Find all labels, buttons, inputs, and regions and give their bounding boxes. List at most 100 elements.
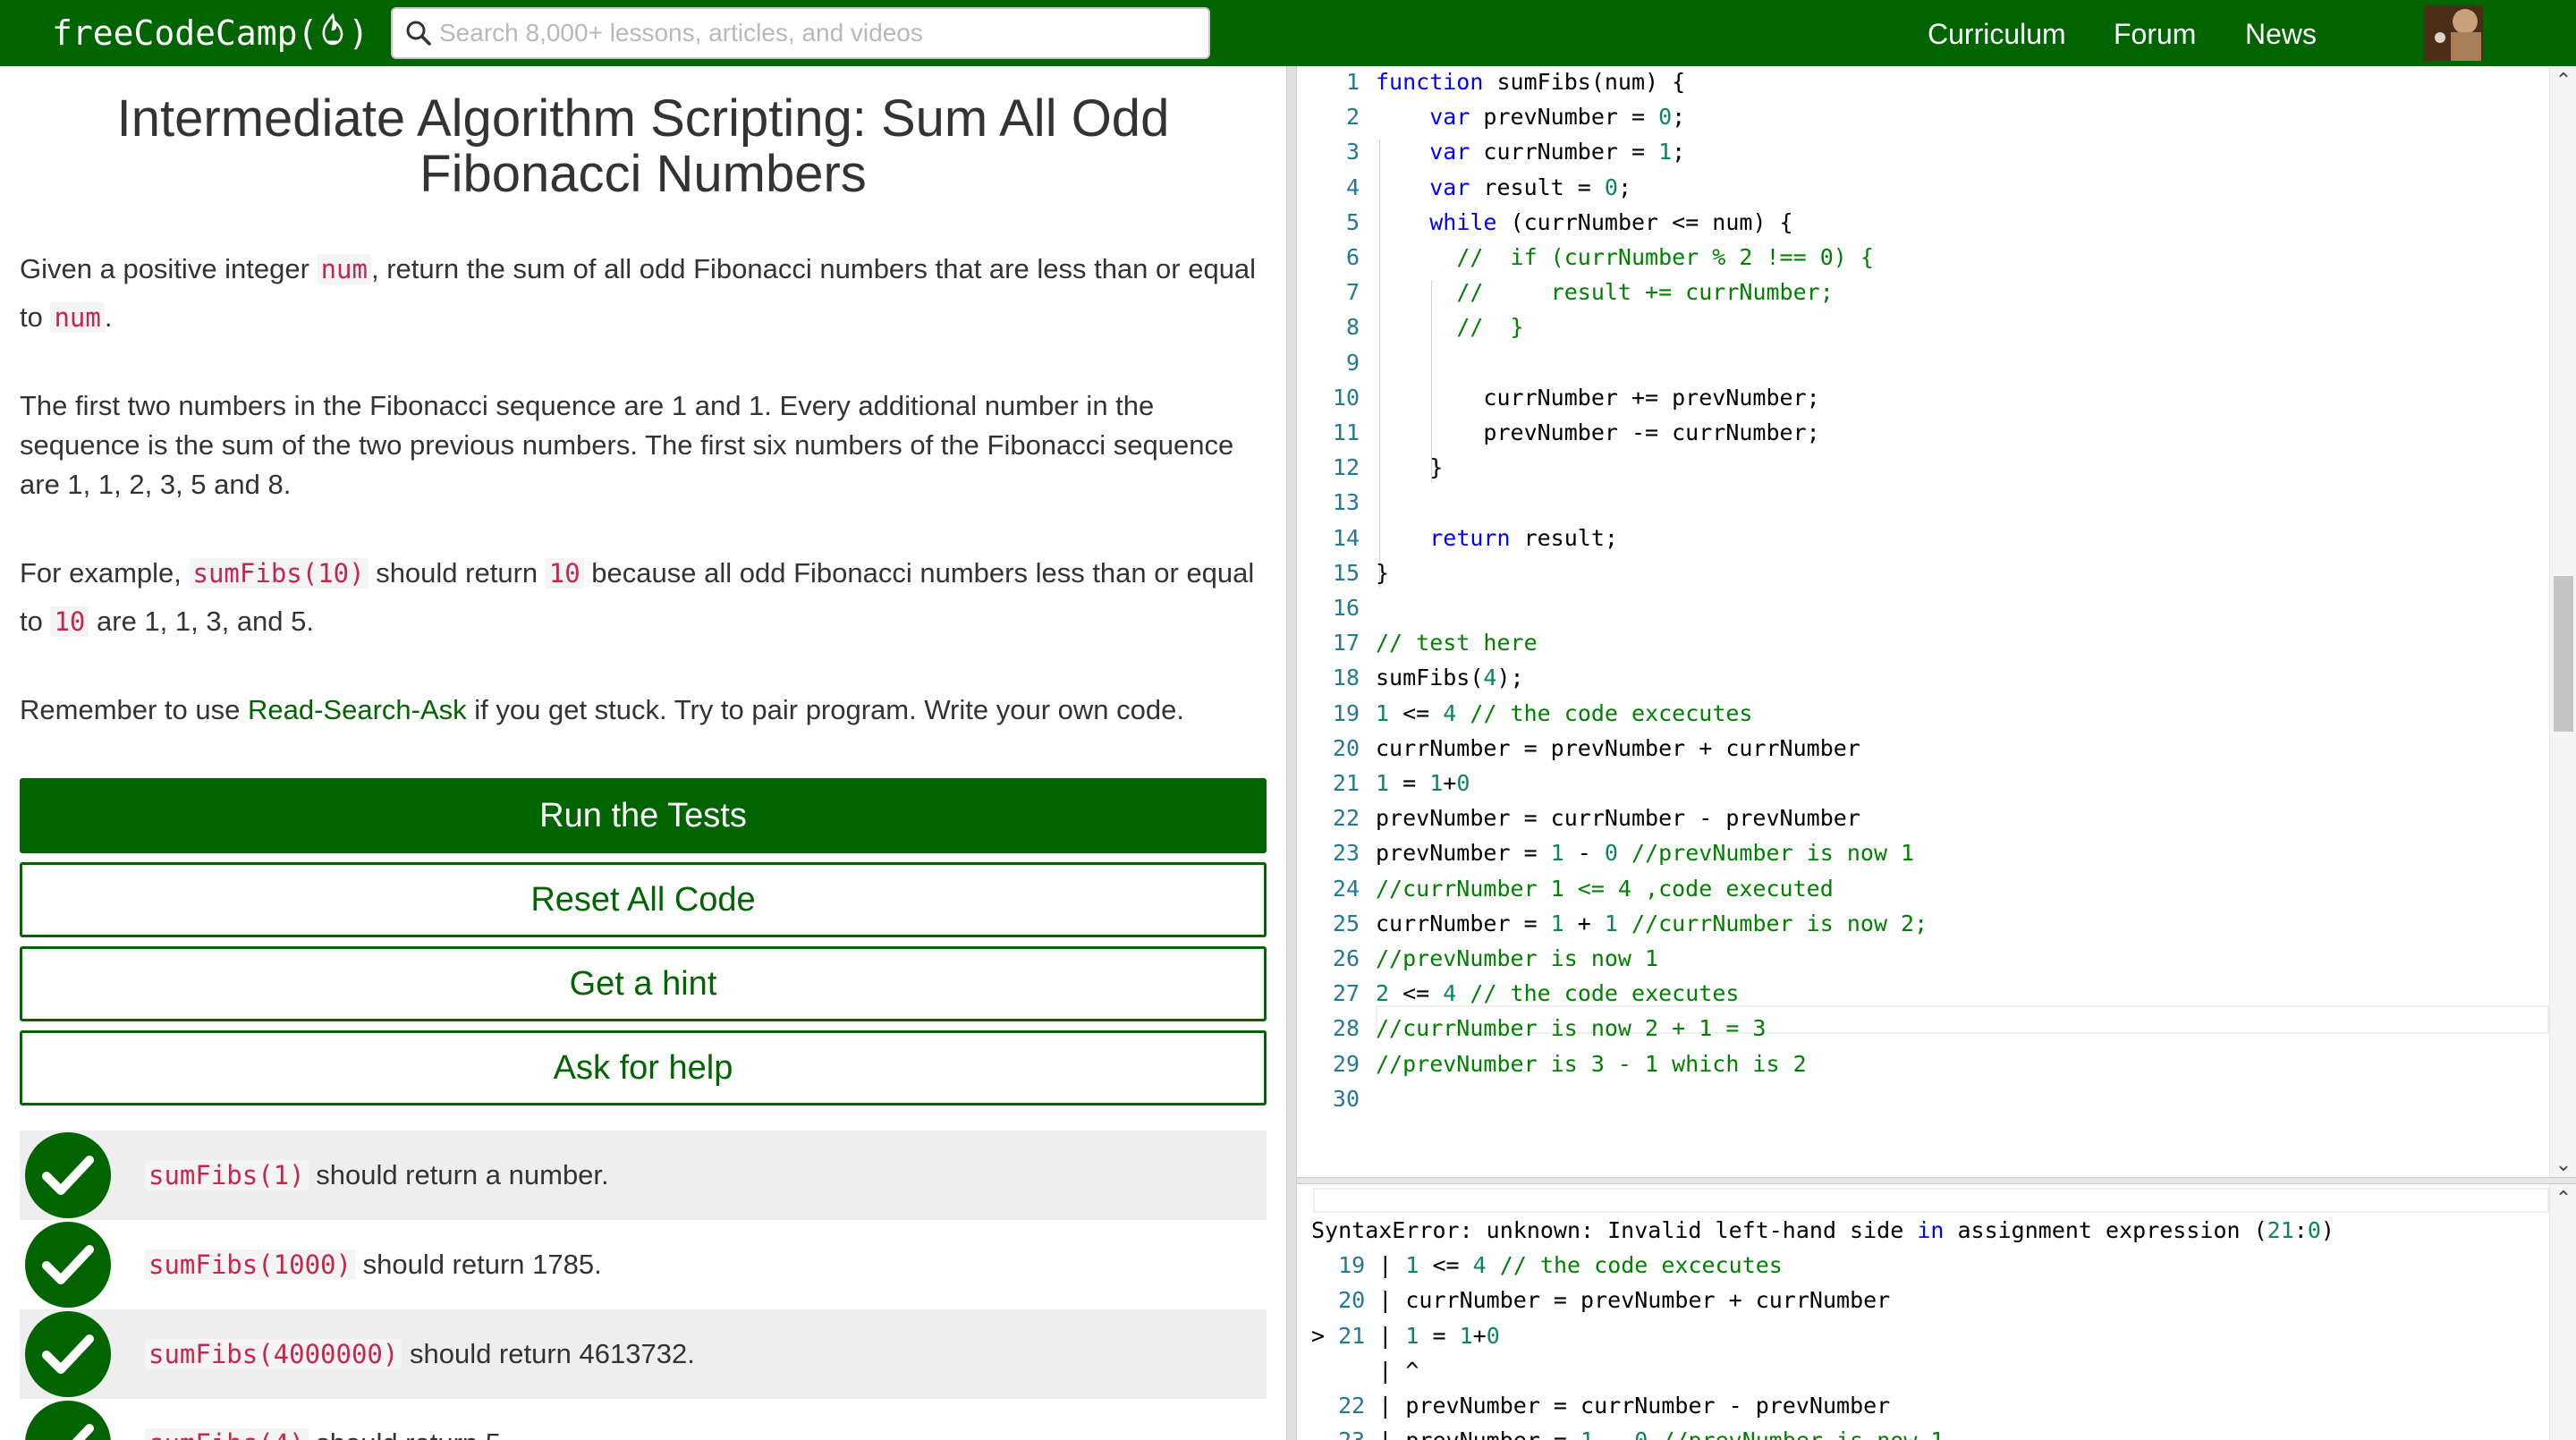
scroll-up-icon[interactable]: ⌃ <box>2550 1188 2576 1209</box>
test-text: sumFibs(4) should return 5. <box>145 1427 509 1440</box>
editor-scrollbar[interactable]: ⌃ ⌄ <box>2549 66 2576 1177</box>
line-number: 7 <box>1345 279 1360 306</box>
output-line: > 21 | 1 = 1+0 <box>1311 1322 1500 1349</box>
inline-code: sumFibs(1) <box>145 1160 309 1190</box>
code-editor[interactable]: 1 function sumFibs(num) {2 var prevNumber… <box>1297 66 2549 1177</box>
line-number: 8 <box>1345 314 1360 341</box>
code-line: //currNumber 1 <= 4 ,code executed <box>1376 875 1834 902</box>
code-line: currNumber = 1 + 1 //currNumber is now 2… <box>1376 910 1928 936</box>
logo-suffix: ) <box>348 13 369 53</box>
code-line: // } <box>1456 314 1524 341</box>
text: should return a number. <box>308 1159 609 1190</box>
line-number: 15 <box>1332 559 1360 586</box>
reset-code-button[interactable]: Reset All Code <box>20 862 1267 937</box>
scrollbar-thumb[interactable] <box>2554 576 2573 732</box>
code-line: prevNumber -= currNumber; <box>1376 419 1820 445</box>
description-p4: Remember to use Read-Search-Ask if you g… <box>20 690 1272 730</box>
scroll-up-icon[interactable]: ⌃ <box>2550 70 2576 91</box>
text: Remember to use <box>20 694 248 725</box>
search-icon <box>406 21 431 46</box>
line-number: 27 <box>1332 980 1360 1007</box>
code-line: var prevNumber = 0; <box>1429 104 1686 131</box>
output-line: 20 | currNumber = prevNumber + currNumbe… <box>1338 1287 1891 1314</box>
line-number: 30 <box>1332 1085 1360 1112</box>
code-line: 2 <= 4 // the code executes <box>1376 980 1740 1007</box>
avatar[interactable] <box>2424 5 2483 61</box>
output-line: | ^ <box>1311 1357 1419 1384</box>
line-number: 4 <box>1345 174 1360 200</box>
inline-code: sumFibs(4) <box>145 1428 309 1440</box>
get-hint-button[interactable]: Get a hint <box>20 946 1267 1021</box>
inline-code: sumFibs(4000000) <box>145 1339 402 1369</box>
line-number: 3 <box>1345 139 1360 165</box>
description-p1: Given a positive integer num, return the… <box>20 245 1272 342</box>
test-text: sumFibs(1) should return a number. <box>145 1159 609 1191</box>
line-number: 12 <box>1332 454 1360 481</box>
code-line: //prevNumber is now 1 <box>1376 945 1659 971</box>
code-line: sumFibs(4); <box>1376 665 1524 691</box>
code-line: // test here <box>1376 630 1538 656</box>
output-line: SyntaxError: unknown: Invalid left-hand … <box>1311 1217 2334 1243</box>
text: should return <box>368 557 546 589</box>
line-number: 28 <box>1332 1015 1360 1042</box>
line-number: 11 <box>1332 419 1360 445</box>
description-p3: For example, sumFibs(10) should return 1… <box>20 549 1272 646</box>
line-number: 29 <box>1332 1050 1360 1077</box>
pane-divider[interactable] <box>1286 66 1297 1440</box>
flame-icon <box>319 12 346 55</box>
line-number: 19 <box>1332 699 1360 726</box>
code-line: function sumFibs(num) { <box>1376 69 1686 95</box>
test-item: sumFibs(4000000) should return 4613732. <box>20 1309 1267 1399</box>
code-line: prevNumber = 1 - 0 //prevNumber is now 1 <box>1376 840 1915 867</box>
output-line: 23 | prevNumber = 1 - 0 //prevNumber is … <box>1311 1425 1944 1440</box>
ask-help-button[interactable]: Ask for help <box>20 1030 1267 1105</box>
line-number: 26 <box>1332 945 1360 971</box>
output-line: 22 | prevNumber = currNumber - prevNumbe… <box>1338 1393 1891 1419</box>
inline-code: num <box>50 302 105 333</box>
inline-code: sumFibs(1000) <box>145 1249 355 1280</box>
line-number: 16 <box>1332 595 1360 621</box>
nav-forum[interactable]: Forum <box>2114 13 2196 55</box>
check-icon <box>25 1401 111 1440</box>
code-line: } <box>1376 559 1390 586</box>
check-icon <box>25 1311 111 1397</box>
line-number: 24 <box>1332 875 1360 902</box>
run-tests-button[interactable]: Run the Tests <box>20 778 1267 853</box>
line-number: 9 <box>1345 349 1360 376</box>
test-text: sumFibs(4000000) should return 4613732. <box>145 1338 695 1370</box>
test-item: sumFibs(4) should return 5. <box>20 1399 1267 1440</box>
code-line: var result = 0; <box>1429 174 1632 200</box>
inline-code: 10 <box>50 606 89 637</box>
page-title: Intermediate Algorithm Scripting: Sum Al… <box>116 89 1170 203</box>
read-search-ask-link[interactable]: Read-Search-Ask <box>248 694 467 725</box>
line-number: 23 <box>1332 840 1360 867</box>
code-line: return result; <box>1429 524 1618 551</box>
code-line: //currNumber is now 2 + 1 = 3 <box>1376 1015 1767 1042</box>
scroll-down-icon[interactable]: ⌄ <box>2550 1154 2576 1175</box>
line-number: 14 <box>1332 524 1360 551</box>
output-scrollbar[interactable]: ⌃ <box>2549 1184 2576 1440</box>
line-number: 22 <box>1332 805 1360 832</box>
inline-code: sumFibs(10) <box>189 558 369 589</box>
test-item: sumFibs(1) should return a number. <box>20 1131 1267 1220</box>
output-divider[interactable] <box>1297 1177 2576 1184</box>
code-line: } <box>1376 454 1444 481</box>
search-input[interactable] <box>437 18 1174 48</box>
line-number: 1 <box>1345 69 1360 95</box>
code-line: currNumber += prevNumber; <box>1376 384 1820 411</box>
text: if you get stuck. Try to pair program. W… <box>466 694 1184 725</box>
text: should return 1785. <box>354 1249 602 1280</box>
code-line: while (currNumber <= num) { <box>1429 208 1793 235</box>
text: are 1, 1, 3, and 5. <box>89 606 315 637</box>
code-line: prevNumber = currNumber - prevNumber <box>1376 805 1860 832</box>
code-line: 1 <= 4 // the code excecutes <box>1376 699 1753 726</box>
inline-code: num <box>317 254 371 284</box>
nav-curriculum[interactable]: Curriculum <box>1928 13 2066 55</box>
fcc-logo[interactable]: freeCodeCamp( ) <box>52 7 369 59</box>
test-text: sumFibs(1000) should return 1785. <box>145 1249 602 1281</box>
nav-news[interactable]: News <box>2245 13 2317 55</box>
search-box[interactable] <box>391 7 1210 59</box>
text: . <box>104 301 113 333</box>
text: For example, <box>20 557 190 589</box>
code-line: currNumber = prevNumber + currNumber <box>1376 734 1860 761</box>
